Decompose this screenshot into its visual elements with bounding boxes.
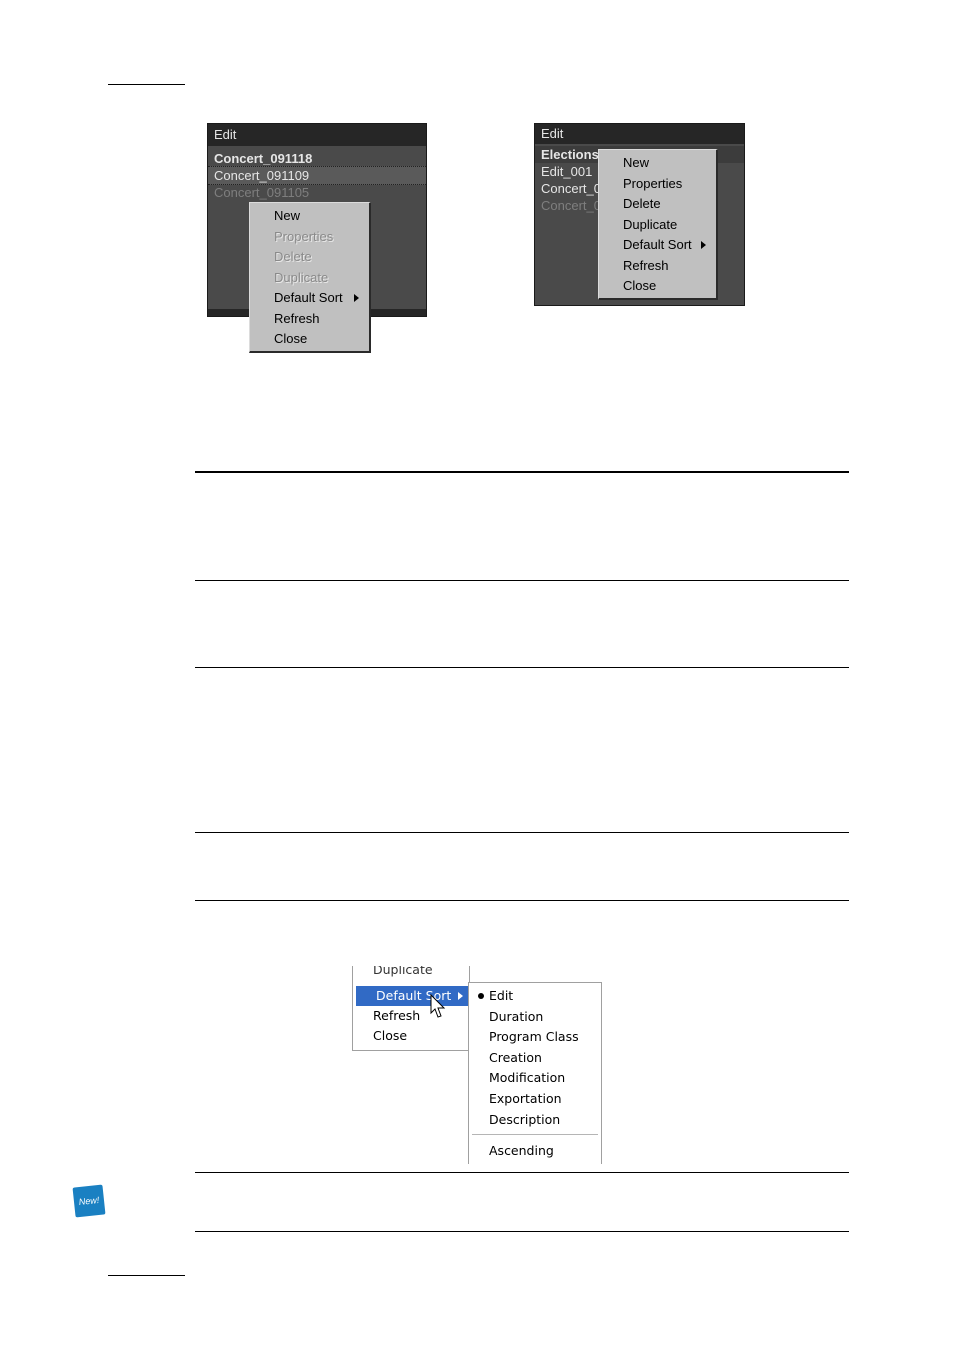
mouse-pointer-icon bbox=[430, 994, 446, 1018]
left-panel-header: Edit bbox=[208, 124, 426, 146]
table-row-rule bbox=[195, 580, 849, 581]
table-row-rule bbox=[195, 900, 849, 901]
menu-refresh[interactable]: Refresh bbox=[353, 1006, 469, 1026]
menu-refresh[interactable]: Refresh bbox=[250, 309, 369, 329]
sort-main-menu: Duplicate Default Sort Refresh Close bbox=[352, 966, 470, 1051]
menu-default-sort[interactable]: Default Sort bbox=[250, 288, 369, 308]
sort-option-creation[interactable]: Creation bbox=[469, 1048, 601, 1068]
menu-default-sort-label: Default Sort bbox=[623, 237, 692, 252]
menu-delete: Delete bbox=[274, 249, 312, 264]
menu-duplicate[interactable]: Duplicate bbox=[599, 215, 716, 235]
submenu-arrow-icon bbox=[354, 294, 359, 302]
sort-option-label: Edit bbox=[489, 988, 514, 1003]
menu-close[interactable]: Close bbox=[599, 276, 716, 296]
table-row-rule bbox=[195, 1172, 849, 1173]
left-row-1[interactable]: Concert_091118 bbox=[208, 150, 426, 167]
menu-new[interactable]: New bbox=[250, 206, 369, 226]
menu-default-sort[interactable]: Default Sort bbox=[599, 235, 716, 255]
header-rule bbox=[108, 84, 185, 85]
sort-option-duration[interactable]: Duration bbox=[469, 1007, 601, 1027]
table-top-rule bbox=[195, 471, 849, 473]
submenu-arrow-icon bbox=[701, 241, 706, 249]
table-row-rule bbox=[195, 667, 849, 668]
menu-close[interactable]: Close bbox=[353, 1026, 469, 1046]
sort-option-modification[interactable]: Modification bbox=[469, 1068, 601, 1088]
new-feature-badge-icon: New! bbox=[72, 1184, 106, 1218]
sort-order-ascending[interactable]: Ascending bbox=[469, 1141, 601, 1161]
left-context-menu: New Properties Delete Duplicate Default … bbox=[249, 202, 371, 353]
menu-new[interactable]: New bbox=[599, 153, 716, 173]
right-panel-header: Edit bbox=[535, 124, 744, 144]
menu-properties[interactable]: Properties bbox=[599, 174, 716, 194]
menu-separator bbox=[472, 1134, 598, 1135]
menu-close[interactable]: Close bbox=[250, 329, 369, 349]
sort-option-edit[interactable]: Edit bbox=[469, 986, 601, 1006]
menu-properties: Properties bbox=[274, 229, 334, 244]
right-context-menu: New Properties Delete Duplicate Default … bbox=[598, 149, 718, 300]
sort-submenu: Edit Duration Program Class Creation Mod… bbox=[468, 982, 602, 1164]
menu-refresh[interactable]: Refresh bbox=[599, 256, 716, 276]
left-row-3[interactable]: Concert_091105 bbox=[208, 184, 426, 201]
sort-option-exportation[interactable]: Exportation bbox=[469, 1089, 601, 1109]
menu-default-sort-label: Default Sort bbox=[274, 290, 343, 305]
sort-option-program-class[interactable]: Program Class bbox=[469, 1027, 601, 1047]
menu-delete[interactable]: Delete bbox=[599, 194, 716, 214]
left-row-2[interactable]: Concert_091109 bbox=[208, 166, 426, 185]
menu-duplicate-partial[interactable]: Duplicate bbox=[353, 966, 469, 980]
sort-option-description[interactable]: Description bbox=[469, 1110, 601, 1130]
menu-duplicate: Duplicate bbox=[274, 270, 329, 285]
submenu-arrow-icon bbox=[458, 992, 463, 1000]
footer-rule bbox=[108, 1275, 185, 1276]
table-bottom-rule bbox=[195, 1231, 849, 1232]
menu-default-sort-highlighted[interactable]: Default Sort bbox=[356, 986, 469, 1006]
table-row-rule bbox=[195, 832, 849, 833]
selected-bullet-icon bbox=[478, 993, 484, 999]
